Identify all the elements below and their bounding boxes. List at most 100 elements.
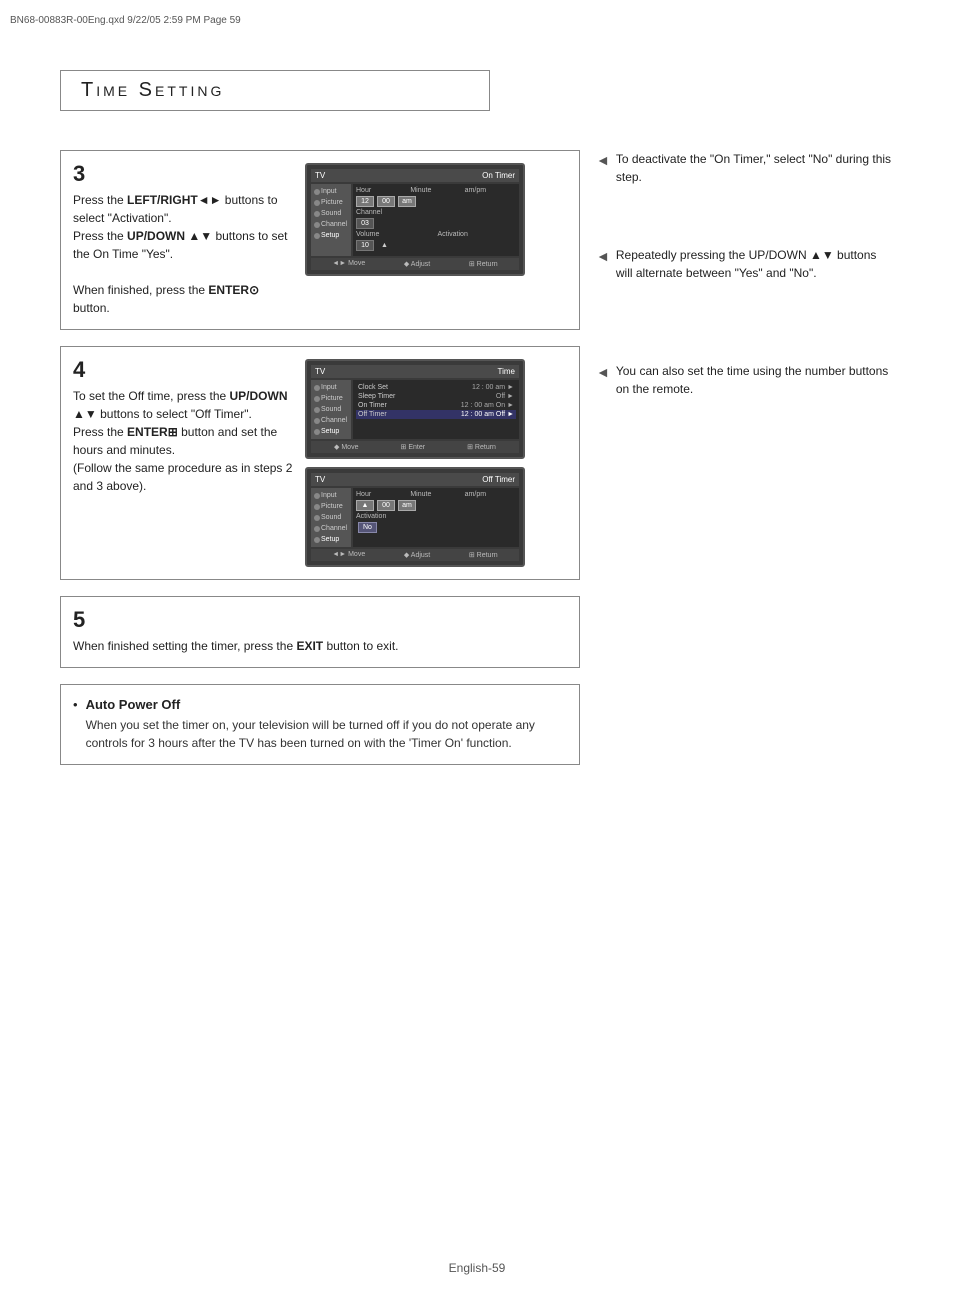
sidebar-input: Input xyxy=(313,186,349,197)
tv-row-activation-label: Activation xyxy=(356,513,516,520)
menu-on-timer: On Timer 12 : 00 am On ► xyxy=(356,401,516,410)
tv-footer-step4a: ◆ Move ⊞ Enter ⊞ Return xyxy=(311,441,519,453)
footer-return-4a: ⊞ Return xyxy=(467,443,496,451)
picture-icon-4a xyxy=(314,396,320,402)
channel-icon-4b xyxy=(314,526,320,532)
note3: ◄ You can also set the time using the nu… xyxy=(596,362,894,398)
tv-row-activation-val: No xyxy=(356,522,516,533)
tv-screen-title-step3: On Timer xyxy=(482,171,515,180)
picture-icon-4b xyxy=(314,504,320,510)
ampm-val-4b: am xyxy=(398,500,416,511)
step4-text-area: 4 To set the Off time, press the UP/DOWN… xyxy=(73,359,293,567)
tv-main-step4b: Hour Minute am/pm ▲ 00 am xyxy=(353,488,519,547)
sidebar-picture-4b: Picture xyxy=(313,501,349,512)
sound-icon-4a xyxy=(314,407,320,413)
sidebar-sound-4a: Sound xyxy=(313,404,349,415)
step3-text: Press the LEFT/RIGHT◄► buttons to select… xyxy=(73,191,293,317)
step3-inner: 3 Press the LEFT/RIGHT◄► buttons to sele… xyxy=(73,163,567,317)
info-inner: • Auto Power Off When you set the timer … xyxy=(73,697,567,752)
note2: ◄ Repeatedly pressing the UP/DOWN ▲▼ but… xyxy=(596,246,894,282)
tv-brand-4a: TV xyxy=(315,367,325,376)
tv-header-step3: TV On Timer xyxy=(311,169,519,182)
main-content: 3 Press the LEFT/RIGHT◄► buttons to sele… xyxy=(60,150,894,781)
hour-val-4b: ▲ xyxy=(356,500,374,511)
page-label: English- xyxy=(449,1261,492,1275)
step3-number: 3 xyxy=(73,163,293,185)
page-number: 59 xyxy=(492,1261,505,1275)
tv-brand-4b: TV xyxy=(315,475,325,484)
note2-text: Repeatedly pressing the UP/DOWN ▲▼ butto… xyxy=(616,246,894,282)
notes-column: ◄ To deactivate the "On Timer," select "… xyxy=(596,150,894,781)
tv-body-step3: Input Picture Sound xyxy=(311,184,519,256)
tv-row-channel-val: 03 xyxy=(356,218,516,229)
tv-row-time-4b: ▲ 00 am xyxy=(356,500,516,511)
steps-column: 3 Press the LEFT/RIGHT◄► buttons to sele… xyxy=(60,150,580,781)
activation-value: No xyxy=(358,522,377,533)
note1-text: To deactivate the "On Timer," select "No… xyxy=(616,150,894,186)
footer-move-4b: ◄► Move xyxy=(332,551,365,559)
note2-bullet: ◄ xyxy=(596,246,610,282)
info-title: Auto Power Off xyxy=(86,697,567,712)
tv-footer-step3: ◄► Move ◆ Adjust ⊞ Return xyxy=(311,258,519,270)
ampm-value: am xyxy=(398,196,416,207)
sidebar-picture: Picture xyxy=(313,197,349,208)
tv-row-channel: Channel xyxy=(356,209,516,216)
step3-images: TV On Timer Input xyxy=(305,163,567,317)
header-bar: BN68-00883R-00Eng.qxd 9/22/05 2:59 PM Pa… xyxy=(10,10,944,30)
tv-screen-step4b: TV Off Timer Input xyxy=(305,467,525,567)
sidebar-picture-4a: Picture xyxy=(313,393,349,404)
tv-screen-step3: TV On Timer Input xyxy=(305,163,525,276)
tv-header-step4b: TV Off Timer xyxy=(311,473,519,486)
tv-sidebar-step4a: Input Picture Sound xyxy=(311,380,351,439)
tv-sidebar-step3: Input Picture Sound xyxy=(311,184,351,256)
minute-value: 00 xyxy=(377,196,395,207)
step4-number: 4 xyxy=(73,359,293,381)
tv-row-labels-4b: Hour Minute am/pm xyxy=(356,491,516,498)
note3-text: You can also set the time using the numb… xyxy=(616,362,894,398)
input-icon-4a xyxy=(314,385,320,391)
footer-return-4b: ⊞ Return xyxy=(469,551,498,559)
menu-clock-set: Clock Set 12 : 00 am ► xyxy=(356,383,516,392)
two-column-layout: 3 Press the LEFT/RIGHT◄► buttons to sele… xyxy=(60,150,894,781)
footer-adjust: ◆ Adjust xyxy=(404,260,430,268)
hour-value: 12 xyxy=(356,196,374,207)
step3-text-area: 3 Press the LEFT/RIGHT◄► buttons to sele… xyxy=(73,163,293,317)
tv-main-step3: Hour Minute am/pm 12 00 am xyxy=(353,184,519,256)
channel-icon-4a xyxy=(314,418,320,424)
sidebar-channel: Channel xyxy=(313,219,349,230)
info-bullet: • xyxy=(73,697,78,752)
channel-val: 03 xyxy=(356,218,374,229)
channel-icon xyxy=(314,222,320,228)
step5-number: 5 xyxy=(73,609,567,631)
menu-sleep-timer: Sleep Timer Off ► xyxy=(356,392,516,401)
step4-images: TV Time Input xyxy=(305,359,567,567)
file-info: BN68-00883R-00Eng.qxd 9/22/05 2:59 PM Pa… xyxy=(10,15,241,26)
tv-screen-title-step4a: Time xyxy=(498,367,515,376)
input-icon-4b xyxy=(314,493,320,499)
tv-row-vol-act: Volume Activation xyxy=(356,231,516,238)
picture-icon xyxy=(314,200,320,206)
sidebar-input-4b: Input xyxy=(313,490,349,501)
step5-block: 5 When finished setting the timer, press… xyxy=(60,596,580,668)
activation-arrow: ▲ xyxy=(381,242,388,249)
footer-adjust-4b: ◆ Adjust xyxy=(404,551,430,559)
sound-icon xyxy=(314,211,320,217)
page-title: Time Setting xyxy=(81,79,469,102)
footer-move-4a: ◆ Move xyxy=(334,443,358,451)
tv-screen-step4a: TV Time Input xyxy=(305,359,525,459)
sidebar-input-4a: Input xyxy=(313,382,349,393)
note1: ◄ To deactivate the "On Timer," select "… xyxy=(596,150,894,186)
sidebar-sound: Sound xyxy=(313,208,349,219)
tv-row-vol-act-vals: 10 ▲ xyxy=(356,240,516,251)
tv-body-step4a: Input Picture Sound xyxy=(311,380,519,439)
step3-block: 3 Press the LEFT/RIGHT◄► buttons to sele… xyxy=(60,150,580,330)
sidebar-sound-4b: Sound xyxy=(313,512,349,523)
info-text: When you set the timer on, your televisi… xyxy=(86,716,567,752)
tv-body-step4b: Input Picture Sound xyxy=(311,488,519,547)
tv-row-time-values: 12 00 am xyxy=(356,196,516,207)
title-box: Time Setting xyxy=(60,70,490,111)
minute-val-4b: 00 xyxy=(377,500,395,511)
step4-inner: 4 To set the Off time, press the UP/DOWN… xyxy=(73,359,567,567)
tv-sidebar-step4b: Input Picture Sound xyxy=(311,488,351,547)
tv-row-labels: Hour Minute am/pm xyxy=(356,187,516,194)
